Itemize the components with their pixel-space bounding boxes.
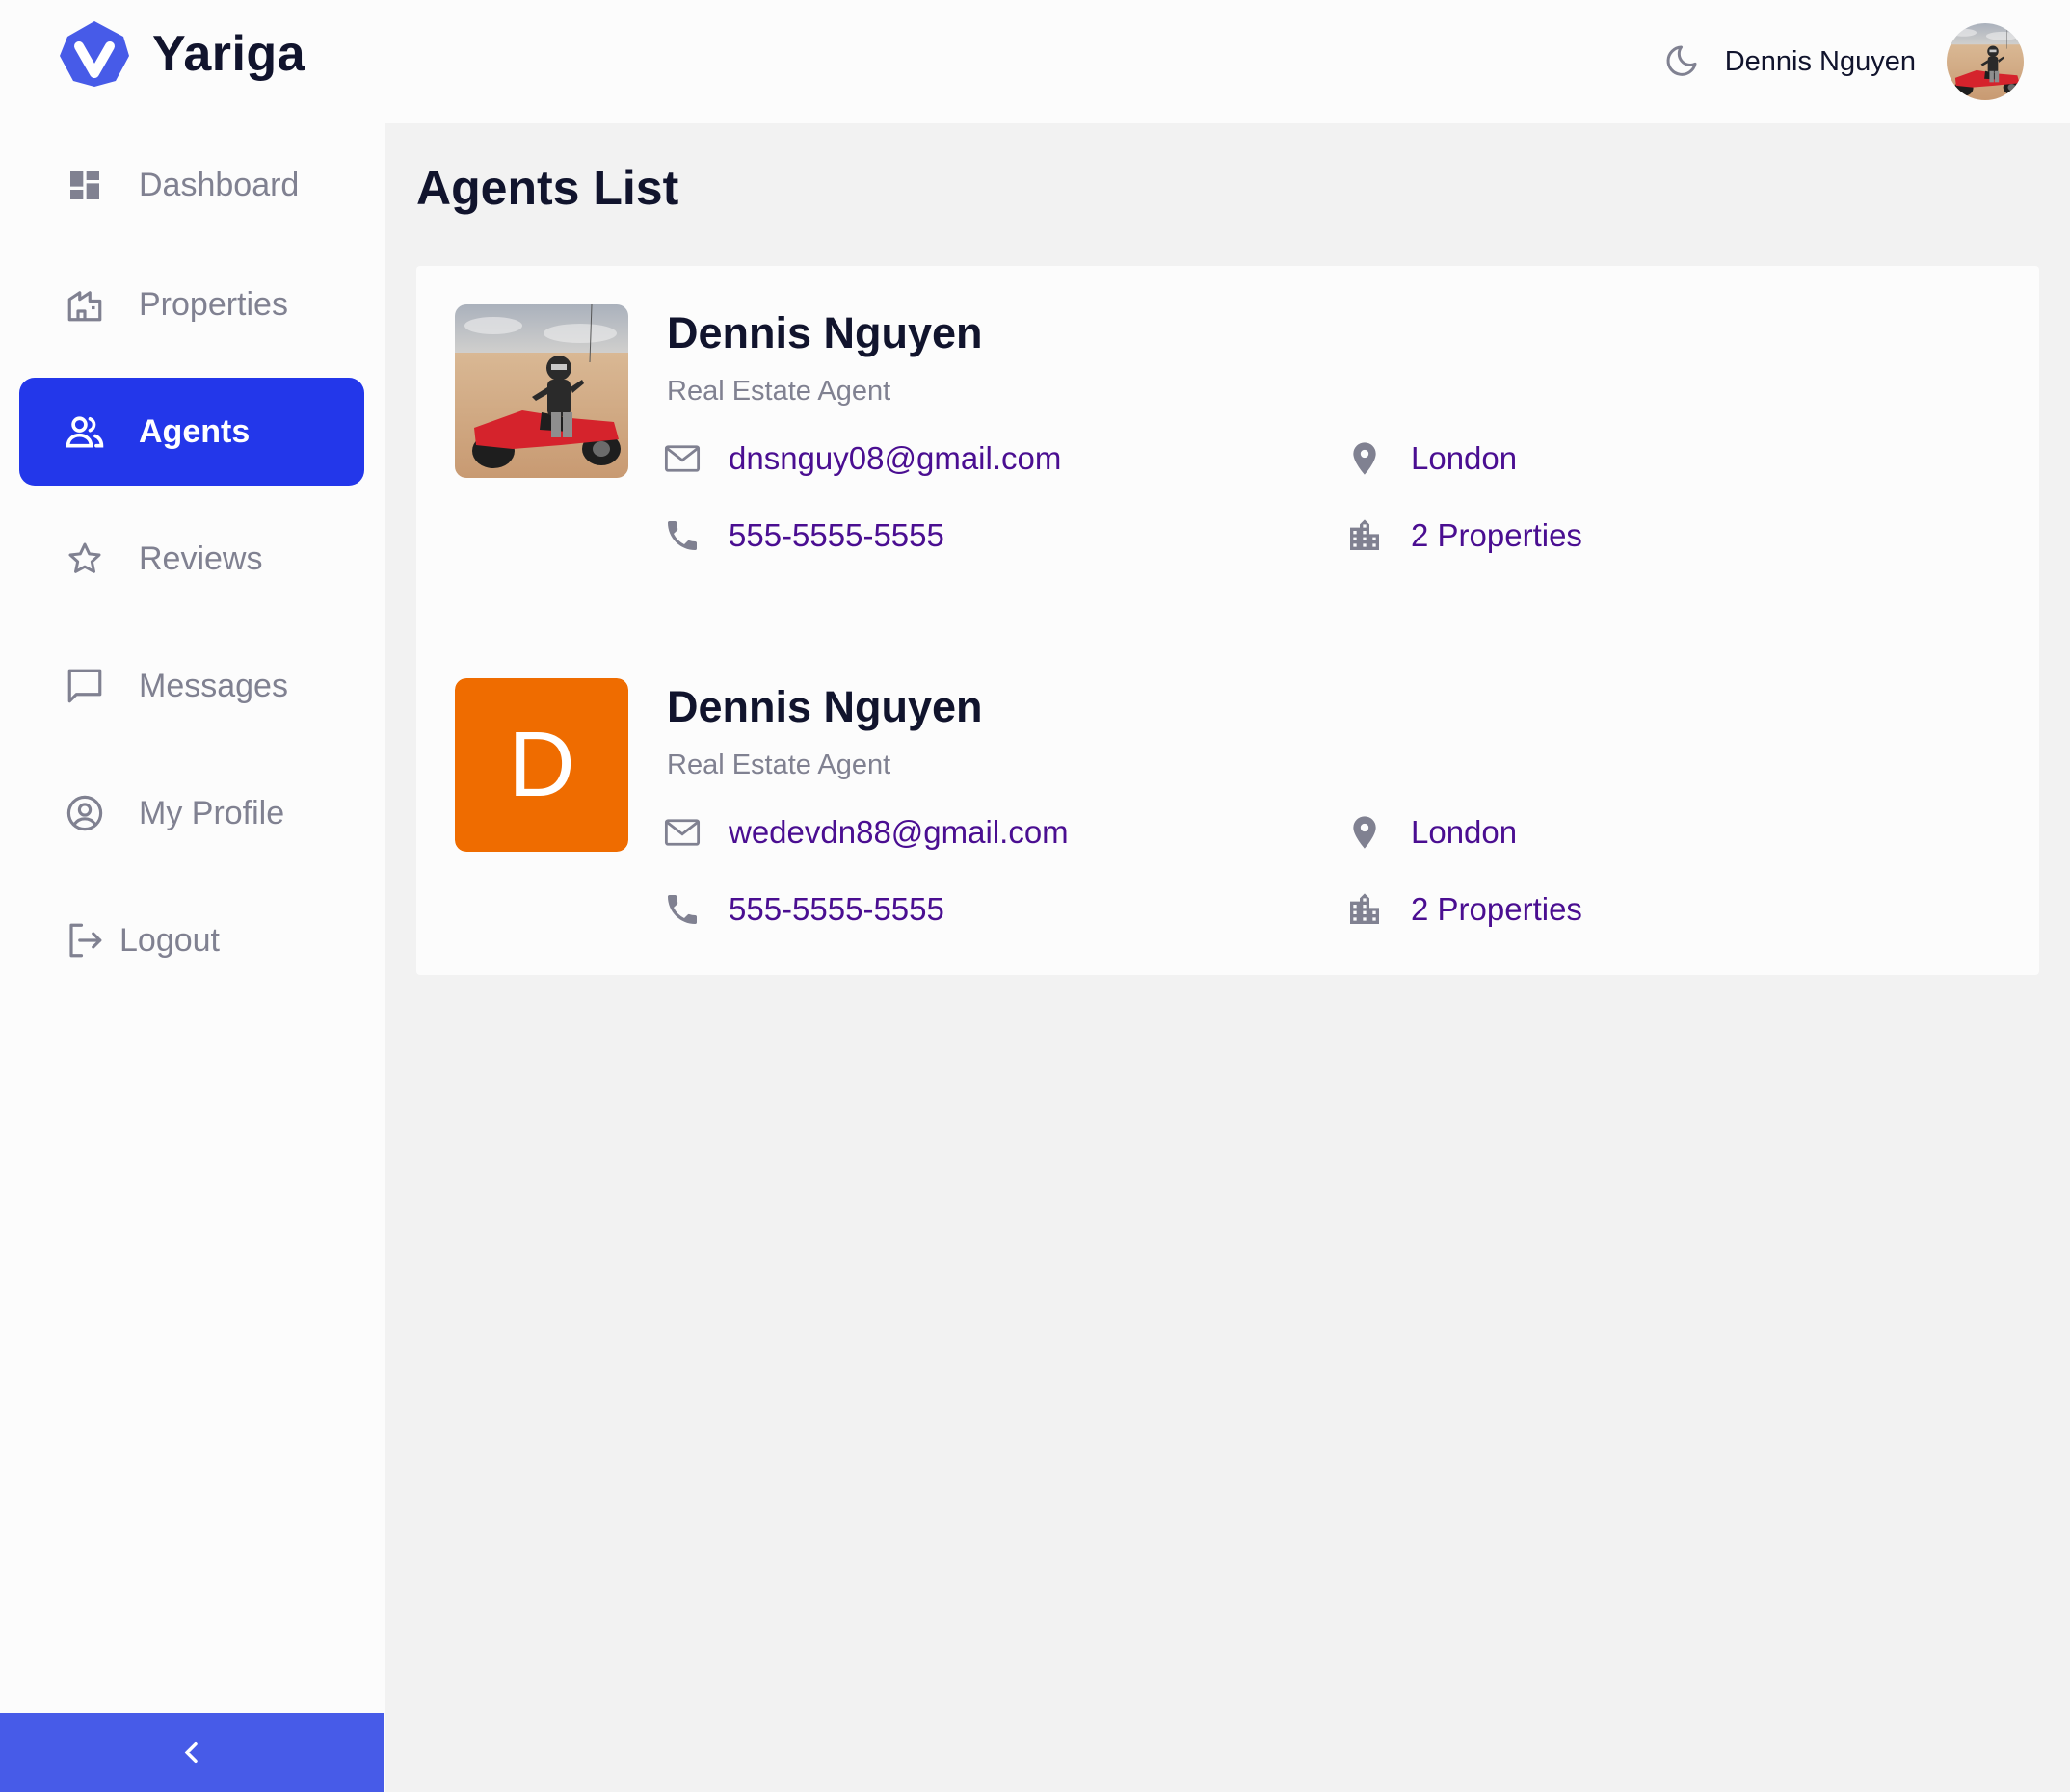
phone-icon: [659, 886, 705, 933]
agent-name: Dennis Nguyen: [667, 308, 983, 357]
agent-card[interactable]: Dennis Nguyen Real Estate Agent dnsnguy0…: [455, 304, 1997, 553]
agent-card[interactable]: D Dennis Nguyen Real Estate Agent wedevd…: [455, 678, 1997, 927]
agent-email[interactable]: dnsnguy08@gmail.com: [659, 435, 1061, 482]
mail-icon: [659, 435, 705, 482]
brand-name: Yariga: [152, 26, 306, 82]
logout-icon: [62, 917, 108, 963]
agent-location: London: [1341, 435, 1517, 482]
properties-icon: [62, 281, 108, 328]
page-title: Agents List: [416, 161, 679, 215]
header-user-name: Dennis Nguyen: [1724, 45, 1916, 77]
agent-avatar-initial: D: [455, 678, 628, 852]
sidebar-item-dashboard[interactable]: Dashboard: [19, 131, 364, 239]
sidebar-item-agents[interactable]: Agents: [19, 378, 364, 486]
agent-location-text: London: [1411, 814, 1518, 850]
sidebar-item-logout[interactable]: Logout: [19, 886, 364, 994]
agent-email[interactable]: wedevdn88@gmail.com: [659, 809, 1069, 856]
agent-phone[interactable]: 555-5555-5555: [659, 513, 944, 559]
mail-icon: [659, 809, 705, 856]
agent-properties-text: 2 Properties: [1411, 891, 1582, 927]
dashboard-icon: [62, 162, 108, 208]
sidebar-item-label: Logout: [119, 921, 220, 959]
building-icon: [1341, 886, 1388, 933]
sidebar-item-reviews[interactable]: Reviews: [19, 505, 364, 613]
sidebar-item-label: Dashboard: [139, 166, 300, 203]
agent-email-text: wedevdn88@gmail.com: [729, 814, 1069, 850]
sidebar-item-label: Properties: [139, 285, 288, 323]
sidebar-item-properties[interactable]: Properties: [19, 250, 364, 358]
phone-icon: [659, 513, 705, 559]
location-pin-icon: [1341, 435, 1388, 482]
yariga-logo-icon: [60, 21, 129, 87]
agent-properties[interactable]: 2 Properties: [1341, 886, 1582, 933]
sidebar-item-label: Messages: [139, 667, 288, 704]
agent-email-text: dnsnguy08@gmail.com: [729, 440, 1062, 476]
message-icon: [62, 663, 108, 709]
agent-location: London: [1341, 809, 1517, 856]
sidebar-item-label: Agents: [139, 412, 251, 450]
agent-properties[interactable]: 2 Properties: [1341, 513, 1582, 559]
moon-icon: [1666, 45, 1697, 76]
agent-avatar: [455, 304, 628, 478]
sidebar-item-label: Reviews: [139, 540, 263, 577]
agent-phone-text: 555-5555-5555: [729, 517, 944, 553]
top-header: Yariga Dennis Nguyen: [0, 0, 2070, 123]
agent-role: Real Estate Agent: [667, 750, 891, 780]
sidebar-item-messages[interactable]: Messages: [19, 632, 364, 740]
agent-location-text: London: [1411, 440, 1518, 476]
user-avatar-image: [1947, 23, 2024, 100]
sidebar-collapse-button[interactable]: [0, 1713, 384, 1792]
agents-list-panel: Dennis Nguyen Real Estate Agent dnsnguy0…: [416, 266, 2039, 975]
agent-phone-text: 555-5555-5555: [729, 891, 944, 927]
agent-phone[interactable]: 555-5555-5555: [659, 886, 944, 933]
agent-properties-text: 2 Properties: [1411, 517, 1582, 553]
building-icon: [1341, 513, 1388, 559]
agent-role: Real Estate Agent: [667, 376, 891, 407]
agent-avatar: D: [455, 678, 628, 852]
location-pin-icon: [1341, 809, 1388, 856]
sidebar-item-my-profile[interactable]: My Profile: [19, 759, 364, 867]
star-icon: [62, 536, 108, 582]
chevron-left-icon: [184, 1741, 198, 1764]
dark-mode-toggle[interactable]: [1658, 39, 1704, 85]
profile-icon: [62, 790, 108, 836]
header-avatar[interactable]: [1947, 23, 2024, 100]
header-user-area: Dennis Nguyen: [1658, 23, 2024, 100]
agents-icon: [62, 408, 108, 455]
sidebar-item-label: My Profile: [139, 794, 285, 831]
agent-name: Dennis Nguyen: [667, 682, 983, 731]
sidebar: Dashboard Properties Agents Reviews Mess…: [0, 123, 385, 1792]
brand[interactable]: Yariga: [56, 17, 305, 91]
agent-photo-image: [455, 304, 628, 478]
